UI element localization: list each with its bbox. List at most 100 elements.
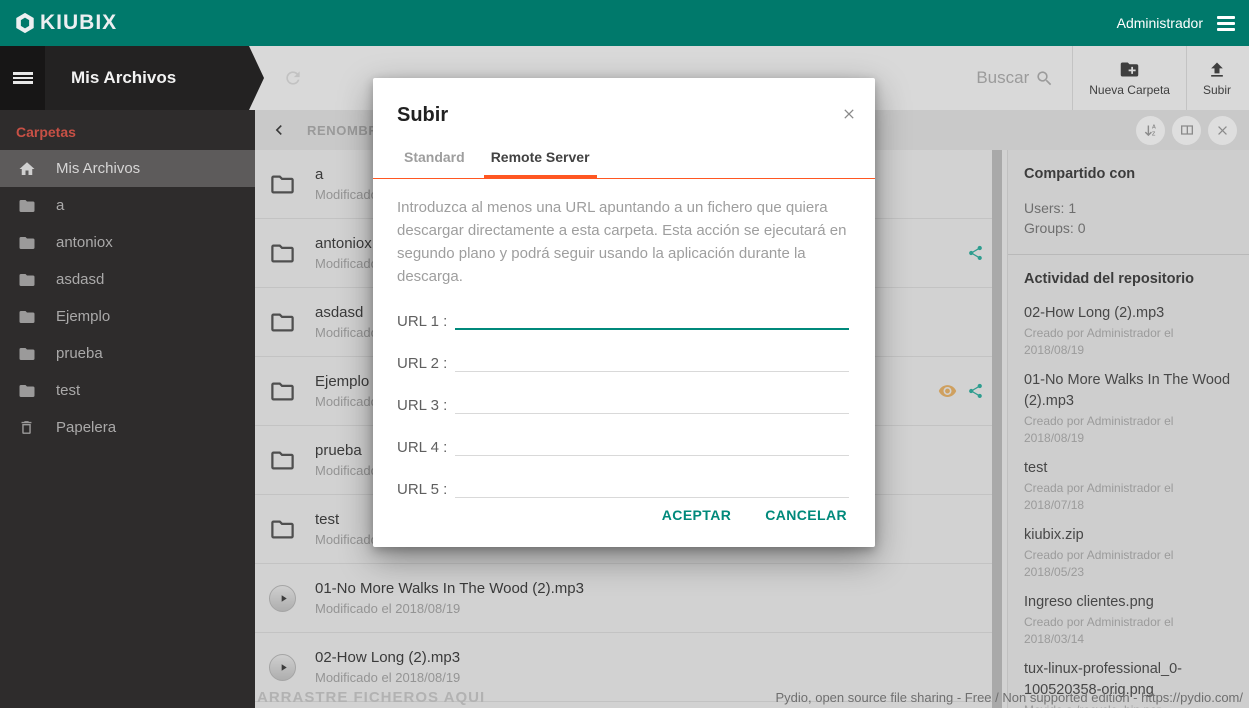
shared-groups-count: Groups: 0	[1024, 220, 1086, 236]
url-label-3: URL 3 :	[397, 397, 448, 414]
url-input-2[interactable]	[455, 351, 849, 372]
url-label-1: URL 1 :	[397, 313, 448, 330]
url-label-5: URL 5 :	[397, 481, 448, 498]
share-icon[interactable]	[967, 383, 984, 400]
sidebar-item-ejemplo[interactable]: Ejemplo	[0, 298, 255, 335]
folder-icon	[18, 197, 38, 215]
sidebar-item-label: Mis Archivos	[56, 160, 141, 177]
folder-outline-icon	[269, 516, 299, 543]
file-modified-date: Modificado	[315, 463, 378, 478]
user-label[interactable]: Administrador	[1117, 15, 1203, 31]
kiubix-hexagon-icon	[14, 12, 36, 34]
folder-outline-icon	[269, 240, 299, 267]
file-modified-date: Modificado	[315, 532, 378, 547]
watch-eye-icon[interactable]	[938, 382, 957, 401]
folder-outline-icon	[269, 309, 299, 336]
sidebar-item-prueba[interactable]: prueba	[0, 335, 255, 372]
dropzone-label: ARRASTRE FICHEROS AQUI	[257, 689, 486, 706]
activity-item-01-no-more-walks-in-the-wood-2-mp3[interactable]: 01-No More Walks In The Wood (2).mp3 Crea…	[1024, 370, 1235, 447]
folder-icon	[18, 308, 38, 326]
activity-title: Actividad del repositorio	[1024, 271, 1194, 287]
user-menu-icon[interactable]	[1217, 15, 1235, 31]
sidebar-item-label: Ejemplo	[56, 308, 111, 325]
app-logo: KIUBIX	[14, 11, 117, 35]
refresh-icon[interactable]	[283, 68, 303, 88]
activity-item-title: Ingreso clientes.png	[1024, 594, 1154, 610]
activity-item-desc: Creado por Administrador el 2018/05/23	[1024, 548, 1174, 579]
activity-item-desc: Creado por Administrador el 2018/03/14	[1024, 615, 1174, 646]
column-view-button[interactable]	[1172, 115, 1201, 145]
sidebar-item-asdasd[interactable]: asdasd	[0, 261, 255, 298]
new-folder-button[interactable]: Nueva Carpeta	[1073, 46, 1186, 110]
folder-icon	[18, 271, 38, 289]
pydio-footer-note: Pydio, open source file sharing - Free /…	[775, 690, 1243, 705]
shared-users-count: Users: 1	[1024, 200, 1077, 216]
folders-sidebar: Carpetas Mis Archivos a antoniox asdasd Ejem…	[0, 110, 255, 708]
menu-icon	[12, 70, 33, 86]
modal-close-icon[interactable]	[841, 106, 857, 122]
info-panel: Compartido con Users: 1 Groups: 0 Activi…	[1007, 150, 1249, 708]
sidebar-item-label: antoniox	[56, 234, 113, 251]
audio-play-icon	[269, 653, 299, 681]
back-icon[interactable]	[269, 120, 289, 140]
url-field-row-4: URL 4 :	[397, 434, 849, 456]
url-field-row-2: URL 2 :	[397, 350, 849, 372]
activity-item-desc: Creado por Administrador el 2018/08/19	[1024, 414, 1174, 445]
url-field-row-1: URL 1 :	[397, 308, 849, 330]
url-label-2: URL 2 :	[397, 355, 448, 372]
activity-item-kiubix-zip[interactable]: kiubix.zip Creado por Administrador el 20…	[1024, 525, 1235, 581]
shared-with-title: Compartido con	[1024, 166, 1136, 182]
close-panel-button[interactable]	[1208, 115, 1237, 145]
activity-item-02-how-long-2-mp3[interactable]: 02-How Long (2).mp3 Creado por Administra…	[1024, 303, 1235, 359]
activity-item-title: test	[1024, 460, 1048, 476]
url-input-4[interactable]	[455, 435, 849, 456]
accept-button[interactable]: ACEPTAR	[650, 499, 743, 531]
tab-remote-server[interactable]: Remote Server	[483, 149, 597, 179]
sidebar-toggle-button[interactable]	[0, 46, 45, 110]
file-modified-date: Modificado	[315, 394, 378, 409]
sidebar-item-label: Papelera	[56, 419, 117, 436]
sidebar-item-test[interactable]: test	[0, 372, 255, 409]
vertical-scrollbar[interactable]	[992, 150, 1002, 708]
search-icon	[1035, 69, 1054, 88]
file-name: prueba	[315, 442, 362, 459]
url-input-3[interactable]	[455, 393, 849, 414]
file-modified-date: Modificado	[315, 256, 378, 271]
activity-item-test[interactable]: test Creada por Administrador el 2018/07/…	[1024, 458, 1235, 514]
folder-outline-icon	[269, 171, 299, 198]
file-modified-date: Modificado el 2018/08/19	[315, 670, 461, 685]
url-input-5[interactable]	[455, 477, 849, 498]
sidebar-item-a[interactable]: a	[0, 187, 255, 224]
url-input-1[interactable]	[455, 309, 849, 330]
tab-standard[interactable]: Standard	[397, 149, 472, 178]
sort-button[interactable]: AZ	[1136, 115, 1165, 145]
activity-item-ingreso-clientes-png[interactable]: Ingreso clientes.png Creado por Administr…	[1024, 592, 1235, 648]
sidebar-item-antoniox[interactable]: antoniox	[0, 224, 255, 261]
folder-outline-icon	[269, 378, 299, 405]
sidebar-item-papelera[interactable]: Papelera	[0, 409, 255, 446]
new-folder-label: Nueva Carpeta	[1089, 83, 1170, 97]
sidebar-item-mis-archivos[interactable]: Mis Archivos	[0, 150, 255, 187]
upload-button[interactable]: Subir	[1187, 46, 1249, 110]
folder-icon	[18, 345, 38, 363]
file-row-01-no-more-walks-in-the-wood-2-mp3[interactable]: 01-No More Walks In The Wood (2).mp3 Modi…	[255, 564, 992, 633]
sidebar-item-label: test	[56, 382, 81, 399]
home-icon	[18, 160, 38, 178]
activity-item-title: 02-How Long (2).mp3	[1024, 305, 1165, 321]
share-icon[interactable]	[967, 245, 984, 262]
workspace-header: Mis Archivos	[0, 46, 264, 110]
workspace-title: Mis Archivos	[71, 68, 177, 87]
modal-tabs: Standard Remote Server	[373, 149, 875, 179]
sidebar-item-label: a	[56, 197, 65, 214]
file-modified-date: Modificado el 2018/08/19	[315, 601, 461, 616]
svg-text:Z: Z	[1152, 131, 1156, 137]
file-name: test	[315, 511, 340, 528]
file-modified-date: Modificado	[315, 187, 378, 202]
cancel-button[interactable]: CANCELAR	[753, 499, 859, 531]
search-label: Buscar	[976, 68, 1030, 87]
activity-item-desc: Creada por Administrador el 2018/07/18	[1024, 481, 1174, 512]
trash-icon	[18, 419, 38, 436]
columns-icon	[1180, 125, 1193, 135]
audio-play-icon	[269, 584, 299, 612]
search-button[interactable]: Buscar	[958, 68, 1072, 88]
